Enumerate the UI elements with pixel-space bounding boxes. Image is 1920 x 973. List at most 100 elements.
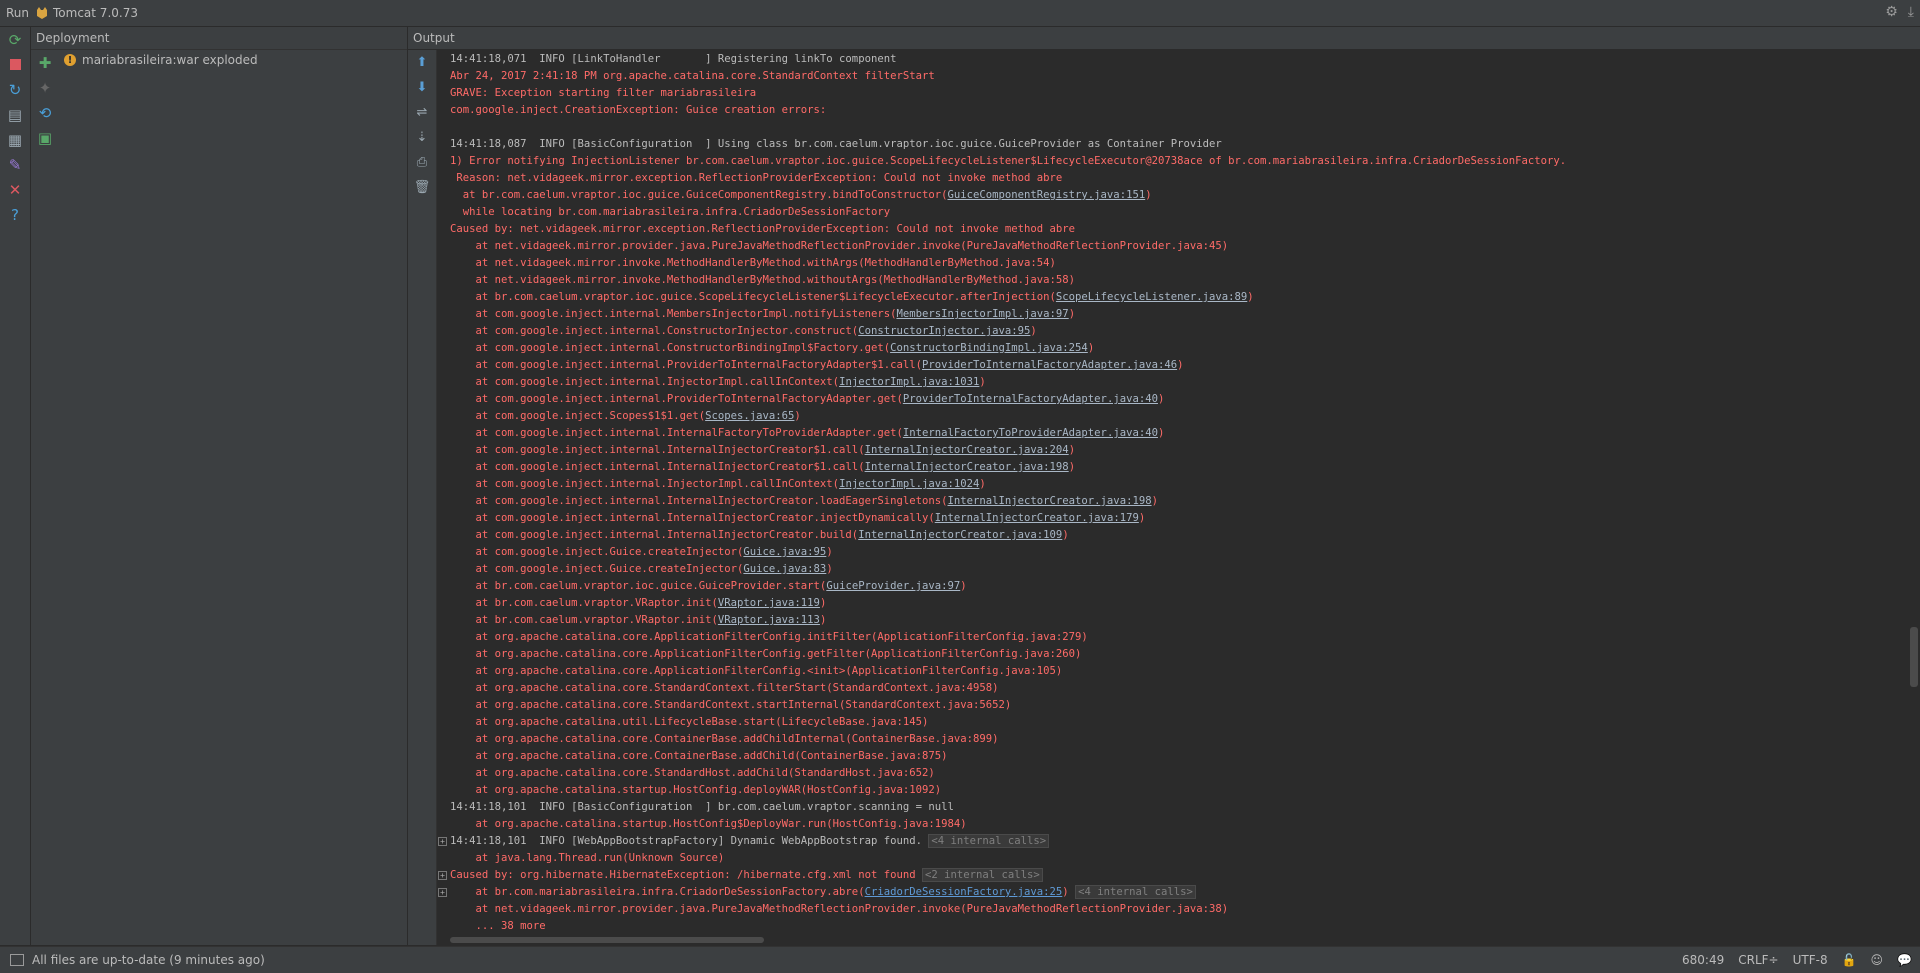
soft-wrap-icon[interactable]: ⇌: [408, 100, 436, 125]
console-line: at org.apache.catalina.util.LifecycleBas…: [438, 714, 1888, 731]
console-line-tail: ): [1030, 325, 1037, 337]
console-line: at br.com.caelum.vraptor.ioc.guice.Guice…: [438, 187, 1888, 204]
internal-calls-fold[interactable]: <4 internal calls>: [928, 834, 1050, 848]
console-line-text: at org.apache.catalina.core.ApplicationF…: [450, 631, 1088, 643]
layout-icon[interactable]: ▤: [0, 102, 30, 127]
console-line-tail: ): [1138, 512, 1146, 524]
hide-panel-icon[interactable]: ⤓: [1908, 4, 1914, 20]
console-line-text: at org.apache.catalina.core.StandardCont…: [450, 699, 1012, 711]
console-line: Caused by: net.vidageek.mirror.exception…: [438, 221, 1888, 238]
source-link[interactable]: InjectorImpl.java:1031: [839, 376, 979, 388]
scroll-to-end-icon[interactable]: ⇣: [408, 125, 436, 150]
console-line-text: at com.google.inject.internal.InjectorIm…: [450, 478, 840, 490]
refresh-deploy-icon[interactable]: ⟲: [31, 100, 59, 125]
expand-fold-icon[interactable]: +: [438, 871, 447, 880]
console-line-text: at br.com.caelum.vraptor.VRaptor.init(: [450, 597, 718, 609]
console-line-text: at br.com.caelum.vraptor.ioc.guice.Guice…: [450, 580, 827, 592]
source-link[interactable]: ProviderToInternalFactoryAdapter.java:40: [903, 393, 1158, 405]
source-link[interactable]: ProviderToInternalFactoryAdapter.java:46: [922, 359, 1177, 371]
up-arrow-icon[interactable]: ⬆: [408, 50, 436, 75]
console-line: at br.com.caelum.vraptor.VRaptor.init(VR…: [438, 595, 1888, 612]
source-link[interactable]: InjectorImpl.java:1024: [839, 478, 979, 490]
console-line: while locating br.com.mariabrasileira.in…: [438, 204, 1888, 221]
console-line-tail: ): [826, 563, 833, 575]
console-line: at org.apache.catalina.startup.HostConfi…: [438, 782, 1888, 799]
horizontal-scrollbar[interactable]: [450, 937, 764, 943]
console-line-text: at com.google.inject.internal.Constructo…: [450, 325, 859, 337]
deploy-all-icon[interactable]: ✚: [31, 50, 59, 75]
caret-position[interactable]: 680:49: [1682, 953, 1724, 967]
console-line-text: Caused by: net.vidageek.mirror.exception…: [450, 223, 1076, 235]
console-line: at com.google.inject.internal.Constructo…: [438, 323, 1888, 340]
help-icon[interactable]: ?: [0, 202, 30, 227]
source-link[interactable]: InternalInjectorCreator.java:198: [947, 495, 1151, 507]
file-encoding[interactable]: UTF-8: [1793, 953, 1828, 967]
console-line: at org.apache.catalina.core.StandardCont…: [438, 680, 1888, 697]
source-link[interactable]: InternalInjectorCreator.java:179: [935, 512, 1139, 524]
console-line-text: at org.apache.catalina.core.ContainerBas…: [450, 750, 948, 762]
down-arrow-icon[interactable]: ⬇: [408, 75, 436, 100]
console-line: Abr 24, 2017 2:41:18 PM org.apache.catal…: [438, 68, 1888, 85]
deployment-panel: Deployment ✚ ✦ ⟲ ▣ ! mariabrasileira:war…: [31, 27, 408, 945]
tool-windows-icon[interactable]: [10, 954, 24, 966]
source-link[interactable]: Guice.java:95: [743, 546, 826, 558]
console-line-tail: ): [1062, 886, 1069, 898]
source-link[interactable]: InternalInjectorCreator.java:109: [858, 529, 1062, 541]
run-label: Run: [6, 6, 30, 20]
console-line-text: at org.apache.catalina.core.StandardCont…: [450, 682, 999, 694]
console-line-text: at br.com.caelum.vraptor.VRaptor.init(: [450, 614, 718, 626]
console-line-text: 14:41:18,071 INFO [LinkToHandler ] Regis…: [450, 53, 897, 65]
console-line-text: Reason: net.vidageek.mirror.exception.Re…: [450, 172, 1063, 184]
undeploy-icon[interactable]: ✦: [31, 75, 59, 100]
event-log-icon[interactable]: 💬: [1897, 953, 1912, 967]
source-link[interactable]: InternalInjectorCreator.java:204: [865, 444, 1069, 456]
update-icon[interactable]: ↻: [0, 77, 30, 102]
deployment-toolbar: ✚ ✦ ⟲ ▣: [31, 50, 59, 945]
deployment-item[interactable]: ! mariabrasileira:war exploded: [64, 53, 258, 67]
source-link[interactable]: ScopeLifecycleListener.java:89: [1056, 291, 1247, 303]
source-link[interactable]: Guice.java:83: [743, 563, 826, 575]
internal-calls-fold[interactable]: <4 internal calls>: [1075, 885, 1196, 899]
console-line: GRAVE: Exception starting filter mariabr…: [438, 85, 1888, 102]
pin-icon[interactable]: ✎: [0, 152, 30, 177]
inspector-icon[interactable]: ☺: [1871, 953, 1884, 967]
console-output[interactable]: 14:41:18,071 INFO [LinkToHandler ] Regis…: [438, 51, 1888, 935]
console-line: at com.google.inject.internal.InternalIn…: [438, 510, 1888, 527]
source-link[interactable]: ConstructorBindingImpl.java:254: [890, 342, 1088, 354]
vertical-scrollbar[interactable]: [1910, 627, 1918, 687]
source-link[interactable]: CriadorDeSessionFactory.java:25: [865, 886, 1063, 898]
console-line-text: at br.com.caelum.vraptor.ioc.guice.Guice…: [450, 189, 948, 201]
source-link[interactable]: ConstructorInjector.java:95: [858, 325, 1030, 337]
settings-icon[interactable]: ⚙: [1885, 4, 1898, 20]
console-line: at com.google.inject.internal.ProviderTo…: [438, 391, 1888, 408]
source-link[interactable]: GuiceProvider.java:97: [826, 580, 960, 592]
run-config-name: Tomcat 7.0.73: [53, 6, 138, 20]
close-icon[interactable]: ✕: [0, 177, 30, 202]
console-line-text: while locating br.com.mariabrasileira.in…: [450, 206, 891, 218]
expand-fold-icon[interactable]: +: [438, 888, 447, 897]
console-line: at com.google.inject.internal.InternalFa…: [438, 425, 1888, 442]
expand-fold-icon[interactable]: +: [438, 837, 447, 846]
console-line: at com.google.inject.internal.MembersInj…: [438, 306, 1888, 323]
console-line-tail: ): [826, 546, 833, 558]
source-link[interactable]: InternalFactoryToProviderAdapter.java:40: [903, 427, 1158, 439]
run-toolbar: ⟳ ↻ ▤ ▦ ✎ ✕ ?: [0, 27, 31, 945]
print-icon[interactable]: ⎙: [408, 150, 436, 175]
source-link[interactable]: VRaptor.java:119: [718, 597, 820, 609]
stop-icon[interactable]: [0, 52, 30, 77]
line-separator[interactable]: CRLF÷: [1738, 953, 1778, 967]
console-line-text: at org.apache.catalina.core.ApplicationF…: [450, 665, 1063, 677]
dump-threads-icon[interactable]: ▦: [0, 127, 30, 152]
source-link[interactable]: InternalInjectorCreator.java:198: [865, 461, 1069, 473]
console-line-text: at com.google.inject.internal.ProviderTo…: [450, 393, 903, 405]
clear-all-icon[interactable]: 🗑: [408, 175, 436, 200]
source-link[interactable]: Scopes.java:65: [705, 410, 794, 422]
deployment-item-label: mariabrasileira:war exploded: [82, 53, 258, 67]
lock-icon[interactable]: 🔓: [1842, 953, 1857, 967]
source-link[interactable]: GuiceComponentRegistry.java:151: [947, 189, 1145, 201]
artifact-icon[interactable]: ▣: [31, 125, 59, 150]
source-link[interactable]: VRaptor.java:113: [718, 614, 820, 626]
source-link[interactable]: MembersInjectorImpl.java:97: [896, 308, 1068, 320]
rerun-icon[interactable]: ⟳: [0, 27, 30, 52]
internal-calls-fold[interactable]: <2 internal calls>: [921, 868, 1043, 882]
